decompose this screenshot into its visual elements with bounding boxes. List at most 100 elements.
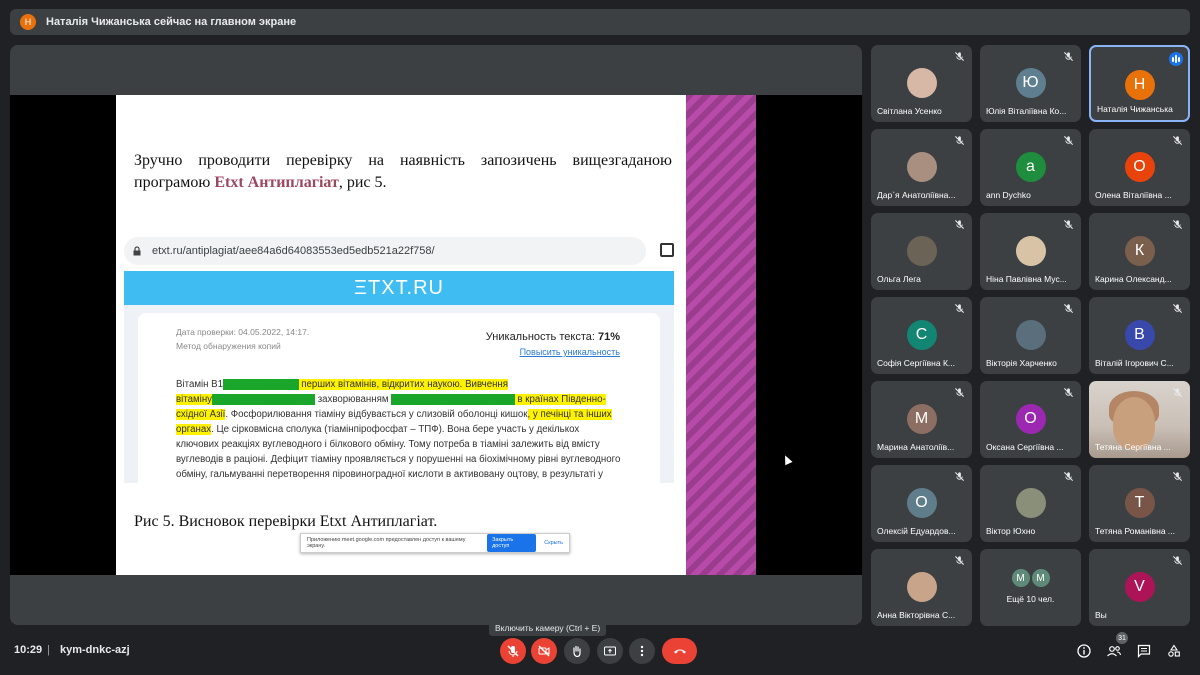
- participant-name: Оксана Сергіївна ...: [986, 442, 1064, 452]
- mic-toggle-button[interactable]: [500, 638, 526, 664]
- participant-tile[interactable]: Вікторія Харченко: [980, 297, 1081, 374]
- participant-tile[interactable]: Світлана Усенко: [871, 45, 972, 122]
- presenter-avatar: Н: [20, 14, 36, 30]
- avatar: [906, 152, 937, 182]
- text-segment: захворюванням: [315, 394, 392, 405]
- presentation-stage[interactable]: Зручно проводити перевірку на наявність …: [10, 45, 862, 625]
- people-count-badge: 31: [1116, 632, 1128, 644]
- separator: |: [47, 644, 50, 656]
- mic-off-icon: [1172, 219, 1183, 230]
- participant-tile[interactable]: Анна Вікторівна С...: [871, 549, 972, 626]
- avatar: [1015, 236, 1046, 266]
- participant-tile[interactable]: Ю Юлія Віталіївна Ко...: [980, 45, 1081, 122]
- mic-off-icon: [954, 51, 965, 62]
- avatar: [906, 236, 937, 266]
- activities-button[interactable]: [1165, 642, 1183, 660]
- participant-tile[interactable]: Тетяна Сергіївна ...: [1089, 381, 1190, 458]
- participant-tile[interactable]: М Марина Анатоліїв...: [871, 381, 972, 458]
- slide-caption: Рис 5. Висновок перевірки Etxt Антиплагі…: [134, 513, 438, 530]
- mouse-cursor: [781, 453, 793, 466]
- camera-toggle-button[interactable]: [531, 638, 557, 664]
- participant-name: Вікторія Харченко: [986, 358, 1057, 368]
- share-icon: [660, 243, 674, 257]
- screen-share-notice: Приложению meet.google.com предоставлен …: [300, 533, 570, 553]
- participant-name: Анна Вікторівна С...: [877, 610, 956, 620]
- leave-call-button[interactable]: [662, 638, 697, 664]
- participant-name: Наталія Чижанська: [1097, 104, 1173, 114]
- present-icon: [604, 646, 616, 656]
- mic-off-icon: [954, 219, 965, 230]
- mic-off-icon: [1172, 471, 1183, 482]
- mic-off-icon: [954, 303, 965, 314]
- mic-off-icon: [954, 387, 965, 398]
- presenting-banner: Н Наталія Чижанська сейчас на главном эк…: [10, 9, 1190, 35]
- report-card: Дата проверки: 04.05.2022, 14:17. Метод …: [138, 313, 660, 483]
- participant-tile[interactable]: Ольга Лега: [871, 213, 972, 290]
- participant-name: Світлана Усенко: [877, 106, 942, 116]
- avatar: Н: [1124, 70, 1155, 100]
- avatar: Т: [1124, 488, 1155, 518]
- participant-name: Тетяна Сергіївна ...: [1095, 442, 1171, 452]
- bottom-bar: 10:29 | kym-dnkc-azj: [0, 630, 1200, 675]
- participant-tile[interactable]: О Олена Віталіївна ...: [1089, 129, 1190, 206]
- participant-name: Ніна Павлівна Мус...: [986, 274, 1067, 284]
- checked-text: Вітамін В1░░░░░░░░░░░ перших вітамінів, …: [176, 377, 622, 483]
- avatar: О: [1015, 404, 1046, 434]
- people-icon: [1107, 646, 1122, 657]
- participant-tile[interactable]: Віктор Юхно: [980, 465, 1081, 542]
- participant-name: Марина Анатоліїв...: [877, 442, 955, 452]
- uniqueness: Уникальность текста: 71%: [485, 331, 620, 343]
- participant-name: Софія Сергіївна К...: [877, 358, 955, 368]
- activities-icon: [1168, 644, 1180, 657]
- stop-sharing-button: Закрыть доступ: [487, 534, 537, 552]
- presenting-text: Наталія Чижанська сейчас на главном экра…: [46, 16, 297, 28]
- participant-name: ann Dychko: [986, 190, 1031, 200]
- participant-tile[interactable]: К Карина Олександ...: [1089, 213, 1190, 290]
- slide-side-decoration: [686, 95, 756, 575]
- text-segment: . Це сірковмісна сполука (тіамінпірофосф…: [176, 424, 621, 480]
- mic-off-icon: [1172, 303, 1183, 314]
- mic-off-icon: [1063, 51, 1074, 62]
- speaking-indicator-icon: [1169, 52, 1183, 66]
- chat-button[interactable]: [1135, 642, 1153, 660]
- info-icon: [1077, 644, 1091, 658]
- more-participants-avatars: ММ: [1011, 569, 1051, 587]
- participant-tile[interactable]: Ніна Павлівна Мус...: [980, 213, 1081, 290]
- avatar: [1015, 488, 1046, 518]
- participant-tile[interactable]: Т Тетяна Романівна ...: [1089, 465, 1190, 542]
- people-button[interactable]: [1105, 642, 1123, 660]
- participant-tile[interactable]: a ann Dychko: [980, 129, 1081, 206]
- participant-tile[interactable]: В Віталій Ігорович С...: [1089, 297, 1190, 374]
- meeting-details-button[interactable]: [1075, 642, 1093, 660]
- participant-tile[interactable]: Н Наталія Чижанська: [1089, 45, 1190, 122]
- participant-tile[interactable]: М М Ещё 10 чел.: [980, 549, 1081, 626]
- meeting-code[interactable]: kym-dnkc-azj: [60, 644, 130, 656]
- participant-tile[interactable]: О Оксана Сергіївна ...: [980, 381, 1081, 458]
- raise-hand-button[interactable]: [564, 638, 590, 664]
- more-options-button[interactable]: [629, 638, 655, 664]
- participant-tile[interactable]: Дар`я Анатоліївна...: [871, 129, 972, 206]
- slide: Зручно проводити перевірку на наявність …: [116, 95, 686, 575]
- mic-off-icon: [1063, 387, 1074, 398]
- text-segment: Вітамін В1: [176, 379, 224, 390]
- mic-off-icon: [1063, 303, 1074, 314]
- participant-tile[interactable]: О Олексій Едуардов...: [871, 465, 972, 542]
- mic-off-icon: [1172, 387, 1183, 398]
- participant-name: Тетяна Романівна ...: [1095, 526, 1175, 536]
- avatar: М: [906, 404, 937, 434]
- present-screen-button[interactable]: [597, 638, 623, 664]
- participant-name: Вы: [1095, 610, 1107, 620]
- hide-notice-link: Скрыть: [544, 540, 563, 546]
- participant-tile[interactable]: V Вы: [1089, 549, 1190, 626]
- text-segment: . Фосфорилювання тіаміну відбувається у …: [225, 409, 528, 420]
- shared-screen: Зручно проводити перевірку на наявність …: [10, 95, 862, 575]
- mic-off-icon: [954, 555, 965, 566]
- avatar: К: [1124, 236, 1155, 266]
- avatar: a: [1015, 152, 1046, 182]
- avatar: О: [906, 488, 937, 518]
- avatar: V: [1124, 572, 1155, 602]
- participant-tile[interactable]: С Софія Сергіївна К...: [871, 297, 972, 374]
- participant-name: Віталій Ігорович С...: [1095, 358, 1174, 368]
- mic-off-icon: [1172, 555, 1183, 566]
- participant-name: Ольга Лега: [877, 274, 921, 284]
